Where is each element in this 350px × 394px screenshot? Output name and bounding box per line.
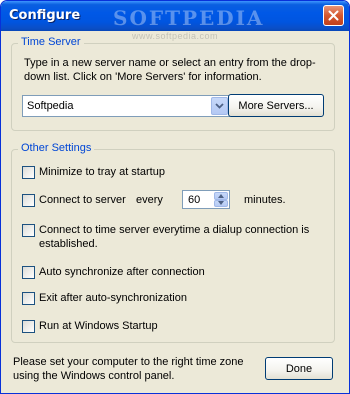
dialup-checkbox[interactable] <box>22 224 35 237</box>
done-button[interactable]: Done <box>265 357 333 380</box>
startup-checkbox[interactable] <box>22 320 35 333</box>
dialup-label: Connect to time server everytime a dialu… <box>39 224 310 250</box>
spin-down-button[interactable] <box>214 199 228 207</box>
close-icon <box>328 10 339 21</box>
window-title: Configure <box>9 8 81 23</box>
chevron-down-icon <box>215 103 224 109</box>
other-settings-legend: Other Settings <box>18 142 95 154</box>
minimize-label: Minimize to tray at startup <box>39 166 165 178</box>
minimize-checkbox[interactable] <box>22 166 35 179</box>
autosync-checkbox[interactable] <box>22 266 35 279</box>
connect-option[interactable]: Connect to server <box>22 193 126 207</box>
other-settings-group: Other Settings Minimize to tray at start… <box>11 142 335 343</box>
spin-up-button[interactable] <box>214 192 228 200</box>
server-combobox[interactable]: Softpedia <box>22 95 230 117</box>
minutes-label: minutes. <box>244 194 286 206</box>
arrow-up-icon <box>218 193 224 198</box>
interval-spinner[interactable]: 60 <box>182 190 230 209</box>
minimize-option[interactable]: Minimize to tray at startup <box>22 165 165 179</box>
server-dropdown-button[interactable] <box>211 97 228 115</box>
more-servers-button[interactable]: More Servers... <box>228 94 324 117</box>
exit-label: Exit after auto-synchronization <box>39 292 187 304</box>
startup-label: Run at Windows Startup <box>39 320 158 332</box>
title-bar[interactable]: Configure SOFTPEDIA <box>1 1 349 31</box>
exit-checkbox[interactable] <box>22 292 35 305</box>
connect-checkbox[interactable] <box>22 194 35 207</box>
autosync-label: Auto synchronize after connection <box>39 266 205 278</box>
configure-dialog: Configure SOFTPEDIA www.softpedia.com Ti… <box>0 0 350 394</box>
exit-option[interactable]: Exit after auto-synchronization <box>22 291 187 305</box>
dialup-option[interactable]: Connect to time server everytime a dialu… <box>22 223 312 251</box>
title-watermark: SOFTPEDIA <box>113 6 265 30</box>
time-server-group: Time Server Type in a new server name or… <box>11 36 335 131</box>
connect-label: Connect to server <box>39 194 126 206</box>
arrow-down-icon <box>218 201 224 206</box>
autosync-option[interactable]: Auto synchronize after connection <box>22 265 205 279</box>
server-combobox-value: Softpedia <box>27 100 74 112</box>
close-button[interactable] <box>323 5 344 26</box>
every-label: every <box>136 194 163 206</box>
time-server-description: Type in a new server name or select an e… <box>24 57 316 83</box>
timezone-note: Please set your computer to the right ti… <box>13 356 244 382</box>
time-server-legend: Time Server <box>18 36 84 48</box>
interval-value: 60 <box>188 194 201 206</box>
startup-option[interactable]: Run at Windows Startup <box>22 319 158 333</box>
